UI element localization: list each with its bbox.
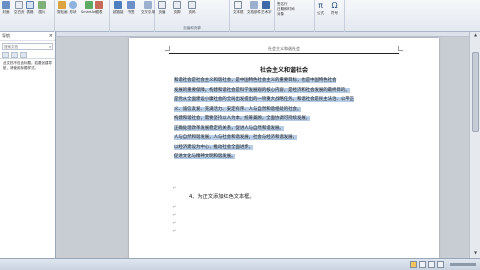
nav-search-input[interactable] xyxy=(3,44,49,49)
paragraph-line: 人与自然和谐发展，人与社会和谐发展，社会与经济和谐发展， xyxy=(174,135,297,140)
document-page[interactable]: 社会主义和谐社会 社会主义和谐社会 和谐社会是社会主义和谐社会，是中国特色社会主… xyxy=(129,38,439,258)
textbox-button[interactable]: 文本框 xyxy=(233,1,244,15)
outline-view-button[interactable] xyxy=(437,261,444,268)
group-label: 页眉和页脚 xyxy=(183,26,201,30)
search-icon[interactable]: ⌕ xyxy=(49,44,51,49)
tab-pages[interactable] xyxy=(11,52,18,58)
hyperlink-button[interactable]: 超链接 xyxy=(113,1,124,15)
omega-icon: Ω xyxy=(331,1,338,10)
wordart-icon xyxy=(262,1,271,9)
chart-icon xyxy=(95,1,103,9)
cover-button[interactable]: 封面 xyxy=(2,1,10,15)
object-item[interactable]: 对象 xyxy=(277,12,295,17)
close-icon[interactable]: × xyxy=(49,33,53,39)
clipart-button[interactable]: 剪贴画 xyxy=(57,1,68,15)
paragraph-line: 促进文化与精神文明和谐发展。 xyxy=(174,154,236,159)
paragraph-mark: ↵ xyxy=(173,204,177,209)
bookmark-icon xyxy=(127,1,135,9)
ribbon-group-illustrations: 剪贴画 形状 SmartArt 图表 xyxy=(55,0,110,32)
cover-icon xyxy=(2,1,10,9)
ribbon-group-signature: 签名行 日期和时间 对象 xyxy=(275,0,315,32)
ribbon-group-header-footer: 页眉 页脚 页码 页眉和页脚 xyxy=(155,0,230,32)
nav-header: 导航 × xyxy=(0,32,55,41)
horizontal-ruler[interactable] xyxy=(57,32,469,37)
picture-icon xyxy=(38,1,46,9)
crossref-icon xyxy=(144,1,152,9)
paragraph-line: 发展的重要保障。构建和谐社会是科学发展观的核心内容，是经济和社会发展的最终目的。 xyxy=(174,87,350,93)
shapes-button[interactable]: 形状 xyxy=(69,1,77,15)
scroll-up-icon[interactable]: ▲ xyxy=(470,32,480,40)
clipart-icon xyxy=(58,1,67,9)
paragraph-line: 是党从全面建设小康社会的全局出发提出的一项重大战略任务。和谐社会是民主法治、公平… xyxy=(174,97,355,102)
document-title[interactable]: 社会主义和谐社会 xyxy=(129,65,439,74)
header-button[interactable]: 页眉 xyxy=(158,1,166,15)
ribbon: 封面 空白页 表格 图片 剪贴画 形状 SmartArt 图表 超链接 书签 交… xyxy=(0,0,480,32)
ribbon-group-pages: 封面 空白页 表格 图片 xyxy=(0,0,55,32)
header-rule xyxy=(169,53,399,54)
crossref-button[interactable]: 交叉引用 xyxy=(141,1,155,15)
tab-headings[interactable] xyxy=(2,52,9,58)
paragraph-line: 正确处理改革发展稳定的关系，促进人与自然和谐发展。 xyxy=(174,125,284,131)
equation-button[interactable]: π 公式 xyxy=(317,1,324,16)
symbol-button[interactable]: Ω 符号 xyxy=(331,1,338,16)
pi-icon: π xyxy=(318,1,323,10)
bookmark-button[interactable]: 书签 xyxy=(127,1,135,15)
chart-button[interactable]: 图表 xyxy=(95,1,103,15)
footer-button[interactable]: 页脚 xyxy=(173,1,181,15)
nav-search-box[interactable]: ⌕ xyxy=(2,43,53,50)
page-number-icon xyxy=(188,1,196,9)
shapes-icon xyxy=(69,1,77,9)
view-buttons xyxy=(410,261,444,268)
full-screen-view-button[interactable] xyxy=(419,261,426,268)
page-number-button[interactable]: 页码 xyxy=(188,1,196,15)
zoom-slider[interactable] xyxy=(450,263,476,266)
paragraph-line: 和谐社会是社会主义和谐社会，是中国特色社会主义的重要目标，也是中国特色社会 xyxy=(174,78,337,83)
nav-message: 此文档不包含标题。若要创建导航，请使用标题样式。 xyxy=(3,61,52,70)
table-icon xyxy=(26,1,34,9)
textbox-icon xyxy=(234,1,243,9)
ribbon-group-symbols: π 公式 Ω 符号 xyxy=(315,0,345,32)
page-header-text[interactable]: 社会主义和谐社会 xyxy=(129,46,439,52)
word-window: 封面 空白页 表格 图片 剪贴画 形状 SmartArt 图表 超链接 书签 交… xyxy=(0,0,480,270)
vertical-scrollbar[interactable]: ▲ ▼ xyxy=(469,32,480,258)
paragraph-line: 义、诚信友爱、充满活力、安定有序、人与自然和谐相处的社会。 xyxy=(174,106,302,112)
link-icon xyxy=(114,1,123,9)
paragraph-mark: ↵ xyxy=(173,220,177,225)
paragraph-mark: ↵ xyxy=(173,212,177,217)
web-layout-view-button[interactable] xyxy=(428,261,435,268)
ribbon-group-links: 超链接 书签 交叉引用 xyxy=(110,0,155,32)
print-layout-view-button[interactable] xyxy=(410,261,417,268)
scroll-down-icon[interactable]: ▼ xyxy=(470,250,480,258)
task-instruction[interactable]: 4、为正文添加红色文本框。 xyxy=(189,193,255,200)
tab-results[interactable] xyxy=(20,52,27,58)
picture-button[interactable]: 图片 xyxy=(38,1,46,15)
empty-paragraph-marks: ↵ ↵ ↵ ↵ xyxy=(173,204,176,236)
nav-tabs xyxy=(0,52,55,59)
status-bar xyxy=(0,258,480,270)
table-button[interactable]: 表格 xyxy=(26,1,34,15)
paragraph-mark: ↵ xyxy=(173,228,177,233)
scroll-thumb[interactable] xyxy=(472,52,479,132)
selected-paragraph[interactable]: 和谐社会是社会主义和谐社会，是中国特色社会主义的重要目标，也是中国特色社会 发展… xyxy=(174,76,406,171)
footer-icon xyxy=(173,1,181,9)
ribbon-group-text: 文本框 文档部件 艺术字 xyxy=(230,0,275,32)
header-icon xyxy=(158,1,166,9)
navigation-pane: 导航 × ⌕ 此文档不包含标题。若要创建导航，请使用标题样式。 xyxy=(0,32,56,258)
paragraph-line: 以经济建设为中心，推动社会全面进步。 xyxy=(174,144,254,150)
paragraph-line: 构建和谐社会，需要坚持以人为本，统筹兼顾，全面协调可持续发展， xyxy=(174,116,311,121)
paragraph-line xyxy=(174,162,406,172)
smartart-icon xyxy=(84,1,93,9)
document-area: 社会主义和谐社会 社会主义和谐社会 和谐社会是社会主义和谐社会，是中国特色社会主… xyxy=(57,32,469,258)
nav-title: 导航 xyxy=(2,33,10,38)
blank-page-button[interactable]: 空白页 xyxy=(14,1,25,15)
quickparts-icon xyxy=(250,1,258,9)
blank-page-icon xyxy=(15,1,24,9)
paragraph-mark: ↵ xyxy=(173,185,177,190)
quickparts-button[interactable]: 文档部件 xyxy=(247,1,261,15)
wordart-button[interactable]: 艺术字 xyxy=(261,1,272,15)
